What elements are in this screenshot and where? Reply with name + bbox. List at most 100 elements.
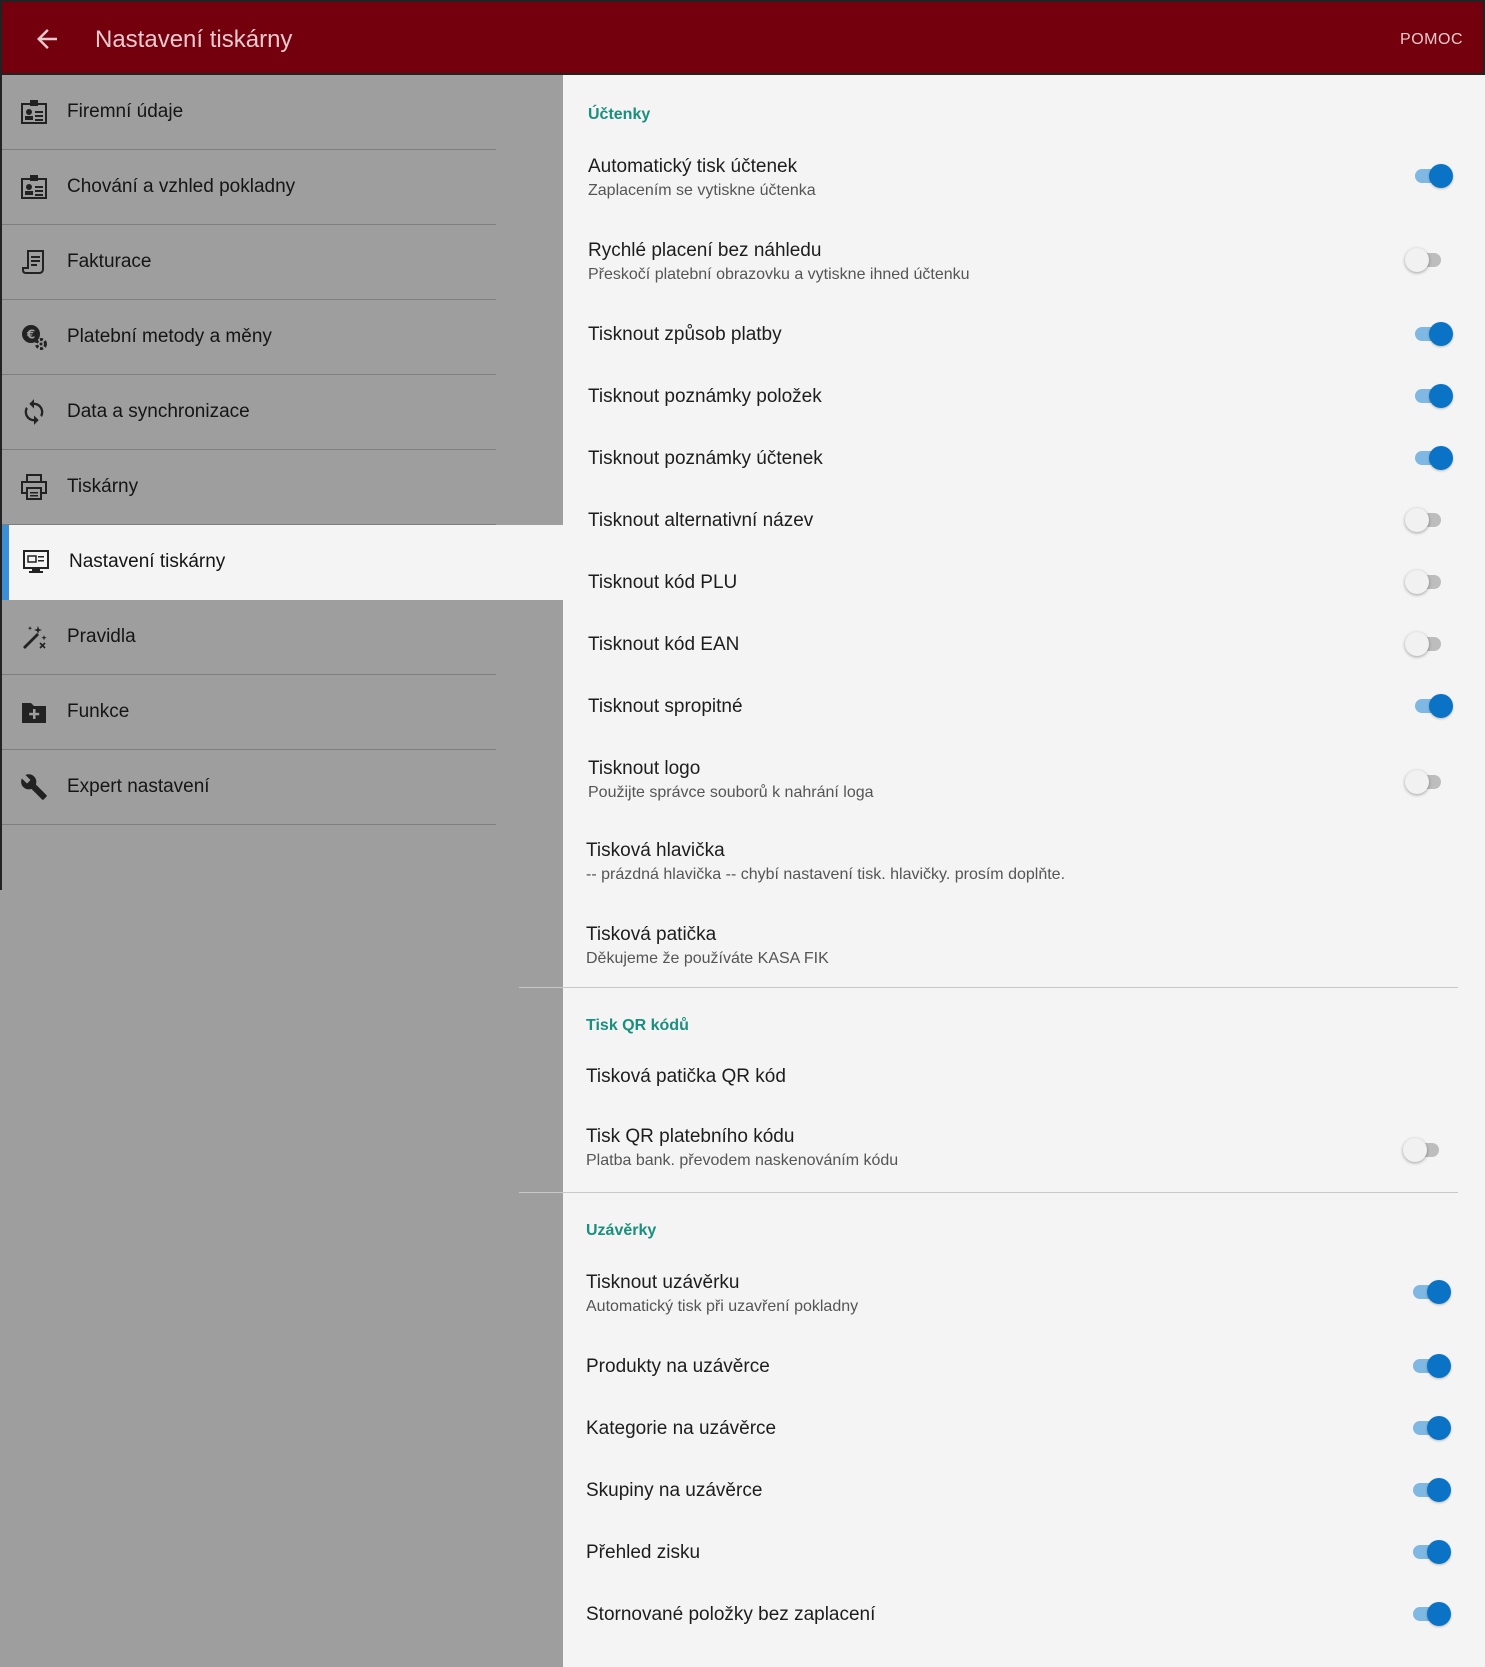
sync-icon <box>24 399 44 425</box>
setting-row[interactable]: Tisknout alternativní název <box>563 506 1485 558</box>
setting-row[interactable]: Skupiny na uzávěrce <box>563 1476 1485 1528</box>
toggle-switch[interactable] <box>1405 768 1445 796</box>
back-arrow-icon[interactable] <box>32 24 62 54</box>
sidebar-item-expert[interactable]: Expert nastavení <box>2 750 496 825</box>
sidebar-item-printers[interactable]: Tiskárny <box>2 450 496 525</box>
svg-text:€: € <box>26 328 35 342</box>
sidebar-item-company[interactable]: Firemní údaje <box>2 75 496 150</box>
toggle-switch[interactable] <box>1413 320 1453 348</box>
sidebar-item-label: Funkce <box>67 701 130 722</box>
setting-row[interactable]: Tisknout uzávěrku Automatický tisk při u… <box>563 1272 1485 1340</box>
setting-row[interactable]: Tisková patička QR kód <box>563 1064 1485 1104</box>
setting-title: Automatický tisk účtenek <box>588 156 798 177</box>
section-divider <box>519 987 1458 988</box>
toggle-switch[interactable] <box>1405 568 1445 596</box>
sidebar-item-printer-settings[interactable]: Nastavení tiskárny <box>2 525 563 600</box>
setting-row[interactable]: Automatický tisk účtenek Zaplacením se v… <box>563 150 1485 218</box>
section-divider <box>519 1192 1458 1193</box>
printer-icon <box>21 474 47 500</box>
setting-title: Tisknout spropitné <box>588 696 743 717</box>
setting-row[interactable]: Tisk QR platebního kódu Platba bank. pře… <box>563 1126 1485 1194</box>
toggle-switch[interactable] <box>1405 246 1445 274</box>
setting-row[interactable]: Tisknout poznámky položek <box>563 382 1485 434</box>
toggle-switch[interactable] <box>1403 1136 1443 1164</box>
toggle-switch[interactable] <box>1411 1278 1451 1306</box>
setting-title: Tisk QR platebního kódu <box>586 1126 795 1147</box>
setting-title: Tisknout kód PLU <box>588 572 738 593</box>
toggle-switch[interactable] <box>1413 444 1453 472</box>
setting-row[interactable]: Produkty na uzávěrce <box>563 1352 1485 1404</box>
magic-wand-icon <box>23 626 47 649</box>
setting-row[interactable]: Tisková hlavička -- prázdná hlavička -- … <box>563 840 1485 908</box>
setting-row[interactable]: Kategorie na uzávěrce <box>563 1414 1485 1466</box>
toggle-switch[interactable] <box>1411 1476 1451 1504</box>
sidebar-item-label: Tiskárny <box>67 476 139 497</box>
section-header-closures: Uzávěrky <box>586 1222 657 1239</box>
setting-title: Stornované položky bez zaplacení <box>586 1604 876 1625</box>
setting-title: Produkty na uzávěrce <box>586 1356 770 1377</box>
setting-row[interactable]: Přehled zisku <box>563 1538 1485 1590</box>
setting-subtitle: Zaplacením se vytiskne účtenka <box>588 182 816 199</box>
sidebar-item-label: Expert nastavení <box>67 776 210 797</box>
sidebar-item-label: Chování a vzhled pokladny <box>67 176 296 197</box>
setting-title: Tisknout kód EAN <box>588 634 740 655</box>
sidebar-item-functions[interactable]: Funkce <box>2 675 496 750</box>
section-header-qr: Tisk QR kódů <box>586 1017 689 1034</box>
toggle-switch[interactable] <box>1411 1414 1451 1442</box>
setting-subtitle: Děkujeme že používáte KASA FIK <box>586 950 829 967</box>
sidebar-item-label: Nastavení tiskárny <box>69 551 226 572</box>
setting-title: Tisknout uzávěrku <box>586 1272 740 1293</box>
setting-title: Tisknout alternativní název <box>588 510 814 531</box>
setting-title: Tisknout způsob platby <box>588 324 782 345</box>
company-card-icon <box>21 100 47 124</box>
sidebar-item-sync[interactable]: Data a synchronizace <box>2 375 496 450</box>
setting-row[interactable]: Tisknout způsob platby <box>563 320 1485 372</box>
setting-subtitle: Použijte správce souborů k nahrání loga <box>588 784 874 801</box>
setting-subtitle: Platba bank. převodem naskenováním kódu <box>586 1152 899 1169</box>
sidebar-item-label: Firemní údaje <box>67 101 184 122</box>
help-button[interactable]: POMOC <box>1400 31 1463 49</box>
toggle-switch[interactable] <box>1413 162 1453 190</box>
setting-row[interactable]: Tisknout logo Použijte správce souborů k… <box>563 758 1485 826</box>
setting-row[interactable]: Tisknout poznámky účtenek <box>563 444 1485 496</box>
sidebar-item-payments[interactable]: € Platební metody a měny <box>2 300 496 375</box>
setting-title: Tisková hlavička <box>586 840 725 861</box>
setting-title: Skupiny na uzávěrce <box>586 1480 763 1501</box>
folder-plus-icon <box>22 703 46 723</box>
sidebar-item-rules[interactable]: Pravidla <box>2 600 496 675</box>
setting-row[interactable]: Tisková patička Děkujeme že používáte KA… <box>563 924 1485 984</box>
setting-title: Rychlé placení bez náhledu <box>588 240 822 261</box>
printer-settings-icon <box>23 550 49 573</box>
setting-row[interactable]: Tisknout kód PLU <box>563 568 1485 620</box>
toggle-switch[interactable] <box>1405 630 1445 658</box>
setting-subtitle: Automatický tisk při uzavření pokladny <box>586 1298 859 1315</box>
toggle-switch[interactable] <box>1411 1600 1451 1628</box>
setting-row[interactable]: Rychlé placení bez náhledu Přeskočí plat… <box>563 234 1485 302</box>
setting-title: Tisknout poznámky položek <box>588 386 822 407</box>
setting-row[interactable]: Tisknout kód EAN <box>563 630 1485 682</box>
setting-subtitle: Přeskočí platební obrazovku a vytiskne i… <box>588 266 970 283</box>
sidebar-item-label: Fakturace <box>67 251 152 272</box>
toggle-switch[interactable] <box>1413 692 1453 720</box>
sidebar: Firemní údaje Chování a vzhled pokladny … <box>0 75 563 1667</box>
setting-title: Tisková patička <box>586 924 717 945</box>
currency-settings-icon: € <box>22 325 47 350</box>
setting-title: Kategorie na uzávěrce <box>586 1418 777 1439</box>
setting-row[interactable]: Tisknout spropitné <box>563 692 1485 744</box>
company-card-icon <box>21 175 47 199</box>
sidebar-item-behavior[interactable]: Chování a vzhled pokladny <box>2 150 496 225</box>
section-header-receipts: Účtenky <box>588 106 651 123</box>
setting-title: Tisknout poznámky účtenek <box>588 448 823 469</box>
toggle-switch[interactable] <box>1411 1352 1451 1380</box>
setting-row[interactable]: Stornované položky bez zaplacení <box>563 1600 1485 1652</box>
toggle-switch[interactable] <box>1413 382 1453 410</box>
sidebar-item-invoicing[interactable]: Fakturace <box>2 225 496 300</box>
page-title: Nastavení tiskárny <box>95 26 293 53</box>
setting-title: Tisknout logo <box>588 758 701 779</box>
toggle-switch[interactable] <box>1411 1538 1451 1566</box>
toggle-switch[interactable] <box>1405 506 1445 534</box>
sidebar-item-label: Platební metody a měny <box>67 326 272 347</box>
app-bar: Nastavení tiskárny POMOC <box>0 0 1485 75</box>
invoice-icon <box>22 250 44 274</box>
wrench-icon <box>21 774 47 800</box>
